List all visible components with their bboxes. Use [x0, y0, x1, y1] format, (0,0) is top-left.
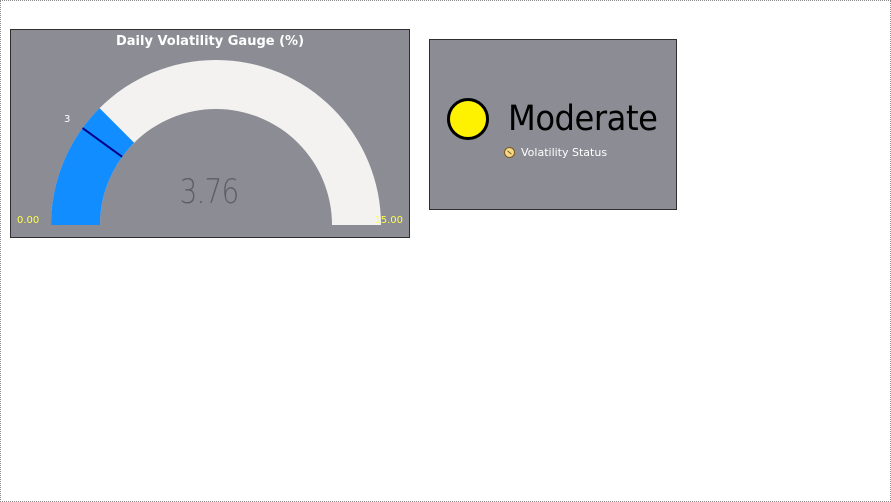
status-indicator-circle: [447, 98, 489, 140]
gauge-target-label: 3: [64, 114, 71, 125]
gauge-max-label: 15.00: [374, 215, 403, 226]
gauge-min-label: 0.00: [17, 215, 40, 226]
status-value: Moderate: [508, 99, 658, 139]
status-subtitle-text: Volatility Status: [521, 146, 608, 159]
volatility-status-card[interactable]: Moderate Volatility Status: [429, 39, 677, 210]
volatility-gauge-card[interactable]: Daily Volatility Gauge (%) 3 3.76 0.00 1…: [10, 29, 410, 238]
report-canvas: Daily Volatility Gauge (%) 3 3.76 0.00 1…: [0, 0, 891, 502]
gauge-icon: [504, 147, 515, 158]
gauge-value-label: 3.76: [179, 172, 240, 212]
status-subtitle: Volatility Status: [504, 146, 607, 159]
